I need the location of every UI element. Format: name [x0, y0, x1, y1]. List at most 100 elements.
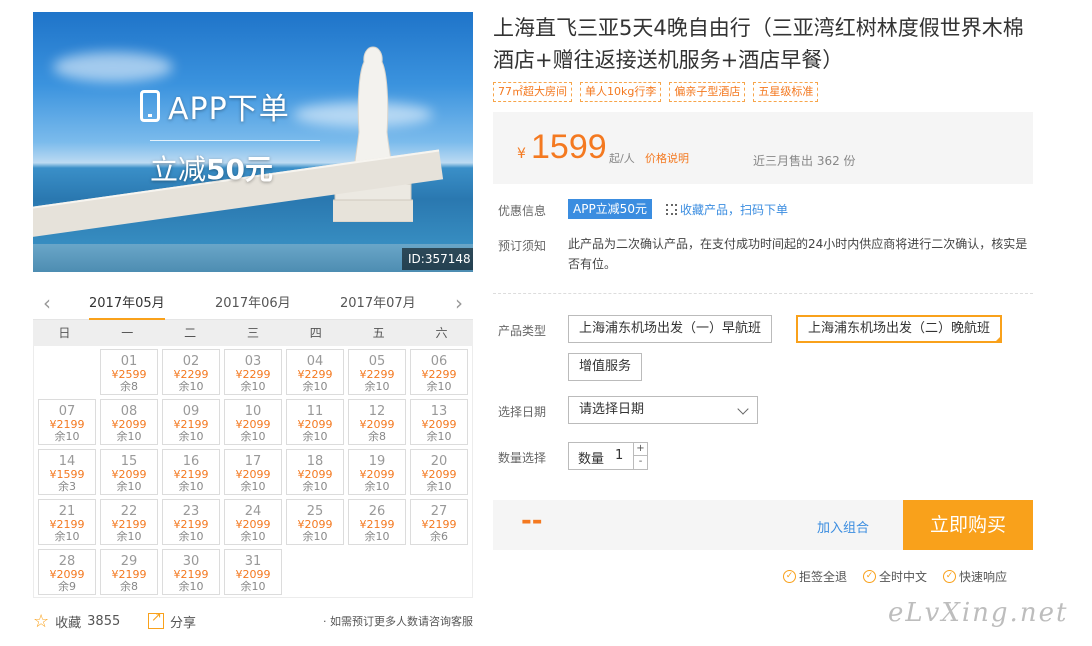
- calendar-day[interactable]: 01 ¥2599 余8: [100, 349, 158, 395]
- prev-month-arrow-icon[interactable]: ‹: [35, 292, 59, 316]
- calendar-day[interactable]: 22 ¥2199 余10: [100, 499, 158, 545]
- qty-prefix: 数量: [578, 452, 605, 467]
- day-day: 16: [182, 454, 200, 469]
- tab-month-1[interactable]: 2017年05月: [89, 292, 165, 320]
- calendar-day[interactable]: 11 ¥2099 余10: [286, 399, 344, 445]
- day-day: 02: [182, 354, 200, 369]
- calendar-day[interactable]: 10 ¥2099 余10: [224, 399, 282, 445]
- sold-count: 近三月售出 362 份: [753, 154, 856, 168]
- calendar-day[interactable]: 02 ¥2299 余10: [162, 349, 220, 395]
- calendar-day[interactable]: 18 ¥2099 余10: [286, 449, 344, 495]
- type-option-morning[interactable]: 上海浦东机场出发（一）早航班: [568, 315, 773, 343]
- calendar-day[interactable]: 28 ¥2099 余9: [38, 549, 96, 595]
- calendar-day[interactable]: 03 ¥2299 余10: [224, 349, 282, 395]
- price-explanation-link[interactable]: 价格说明: [645, 150, 689, 166]
- day-stock: 余10: [54, 530, 80, 543]
- qty-label: 数量选择: [498, 451, 547, 465]
- calendar-day[interactable]: 16 ¥2199 余10: [162, 449, 220, 495]
- day-day: 27: [430, 504, 448, 519]
- calendar-day[interactable]: 07 ¥2199 余10: [38, 399, 96, 445]
- type-option-evening[interactable]: 上海浦东机场出发（二）晚航班: [796, 315, 1003, 343]
- calendar-day[interactable]: 12 ¥2099 余8: [348, 399, 406, 445]
- day-day: 25: [306, 504, 324, 519]
- weekday-wed: 三: [246, 326, 259, 340]
- buy-now-button[interactable]: 立即购买: [903, 500, 1033, 550]
- day-day: 15: [120, 454, 138, 469]
- purchase-bar: -- 加入组合 立即购买: [493, 500, 1033, 550]
- share-label: 分享: [170, 615, 197, 631]
- share-button[interactable]: 分享: [148, 610, 196, 632]
- day-day: 06: [430, 354, 448, 369]
- day-stock: 余10: [178, 430, 204, 443]
- calendar-day[interactable]: 13 ¥2099 余10: [410, 399, 468, 445]
- day-stock: 余10: [364, 380, 390, 393]
- calendar-day[interactable]: 21 ¥2199 余10: [38, 499, 96, 545]
- guarantee-text: 快速响应: [959, 570, 1008, 584]
- day-stock: 余10: [178, 480, 204, 493]
- day-stock: 余10: [240, 530, 266, 543]
- increment-button[interactable]: +: [633, 443, 647, 456]
- calendar-day[interactable]: 08 ¥2099 余10: [100, 399, 158, 445]
- calendar-day[interactable]: 05 ¥2299 余10: [348, 349, 406, 395]
- calendar-day[interactable]: 06 ¥2299 余10: [410, 349, 468, 395]
- tab-month-2[interactable]: 2017年06月: [215, 292, 291, 311]
- day-stock: 余10: [426, 480, 452, 493]
- favorite-button[interactable]: ☆ 收藏 3855: [33, 610, 120, 632]
- discount-label: 立减50元: [150, 148, 273, 188]
- weekday-thu: 四: [309, 326, 322, 340]
- calendar-day[interactable]: 20 ¥2099 余10: [410, 449, 468, 495]
- calendar-day[interactable]: 29 ¥2199 余8: [100, 549, 158, 595]
- weekday-tue: 二: [184, 326, 197, 340]
- day-stock: 余10: [302, 480, 328, 493]
- day-day: 31: [244, 554, 262, 569]
- section-divider: [493, 293, 1033, 294]
- discount-amount: 50元: [206, 153, 273, 186]
- calendar-day[interactable]: 17 ¥2099 余10: [224, 449, 282, 495]
- next-month-arrow-icon[interactable]: ›: [447, 292, 471, 316]
- calendar-day[interactable]: 14 ¥1599 余3: [38, 449, 96, 495]
- app-order-text: APP下单: [168, 92, 290, 127]
- quantity-stepper: 数量 1 + -: [568, 442, 648, 470]
- image-id-badge: ID:357148: [402, 248, 473, 270]
- day-stock: 余8: [120, 580, 138, 593]
- day-day: 11: [306, 404, 324, 419]
- price-unit: 起/人: [609, 152, 635, 165]
- discount-text: 立减: [150, 153, 207, 186]
- calendar-day[interactable]: 23 ¥2199 余10: [162, 499, 220, 545]
- calendar-day[interactable]: 04 ¥2299 余10: [286, 349, 344, 395]
- weekday-fri: 五: [372, 326, 385, 340]
- total-price: --: [521, 506, 543, 536]
- product-photo: APP下单 立减50元 ID:357148: [33, 12, 473, 272]
- day-stock: 余6: [430, 530, 448, 543]
- tab-month-3[interactable]: 2017年07月: [340, 292, 416, 311]
- calendar-day[interactable]: 25 ¥2099 余10: [286, 499, 344, 545]
- day-stock: 余10: [178, 580, 204, 593]
- day-stock: 余10: [240, 430, 266, 443]
- calendar-day[interactable]: 26 ¥2199 余10: [348, 499, 406, 545]
- calendar-day[interactable]: 27 ¥2199 余6: [410, 499, 468, 545]
- qr-order-link[interactable]: 收藏产品，扫码下单: [666, 201, 788, 218]
- day-stock: 余10: [116, 530, 142, 543]
- calendar-day[interactable]: 15 ¥2099 余10: [100, 449, 158, 495]
- day-day: 22: [120, 504, 138, 519]
- type-option-addon[interactable]: 增值服务: [568, 353, 643, 381]
- day-day: 20: [430, 454, 448, 469]
- calendar-day[interactable]: 24 ¥2099 余10: [224, 499, 282, 545]
- date-select[interactable]: 请选择日期: [568, 396, 758, 424]
- check-icon: ✓: [863, 570, 877, 583]
- calendar-day[interactable]: 09 ¥2199 余10: [162, 399, 220, 445]
- day-stock: 余10: [178, 380, 204, 393]
- calendar-day[interactable]: 30 ¥2199 余10: [162, 549, 220, 595]
- calendar-day[interactable]: 19 ¥2099 余10: [348, 449, 406, 495]
- calendar-day[interactable]: 31 ¥2099 余10: [224, 549, 282, 595]
- star-icon: ☆: [33, 610, 50, 632]
- day-day: 14: [58, 454, 76, 469]
- phone-icon: [140, 90, 160, 122]
- decrement-button[interactable]: -: [633, 456, 647, 469]
- qty-value[interactable]: 1: [615, 448, 623, 463]
- day-day: 07: [58, 404, 76, 419]
- day-day: 26: [368, 504, 386, 519]
- promo-divider: [150, 140, 320, 141]
- add-combo-link[interactable]: 加入组合: [817, 517, 869, 536]
- day-day: 12: [368, 404, 386, 419]
